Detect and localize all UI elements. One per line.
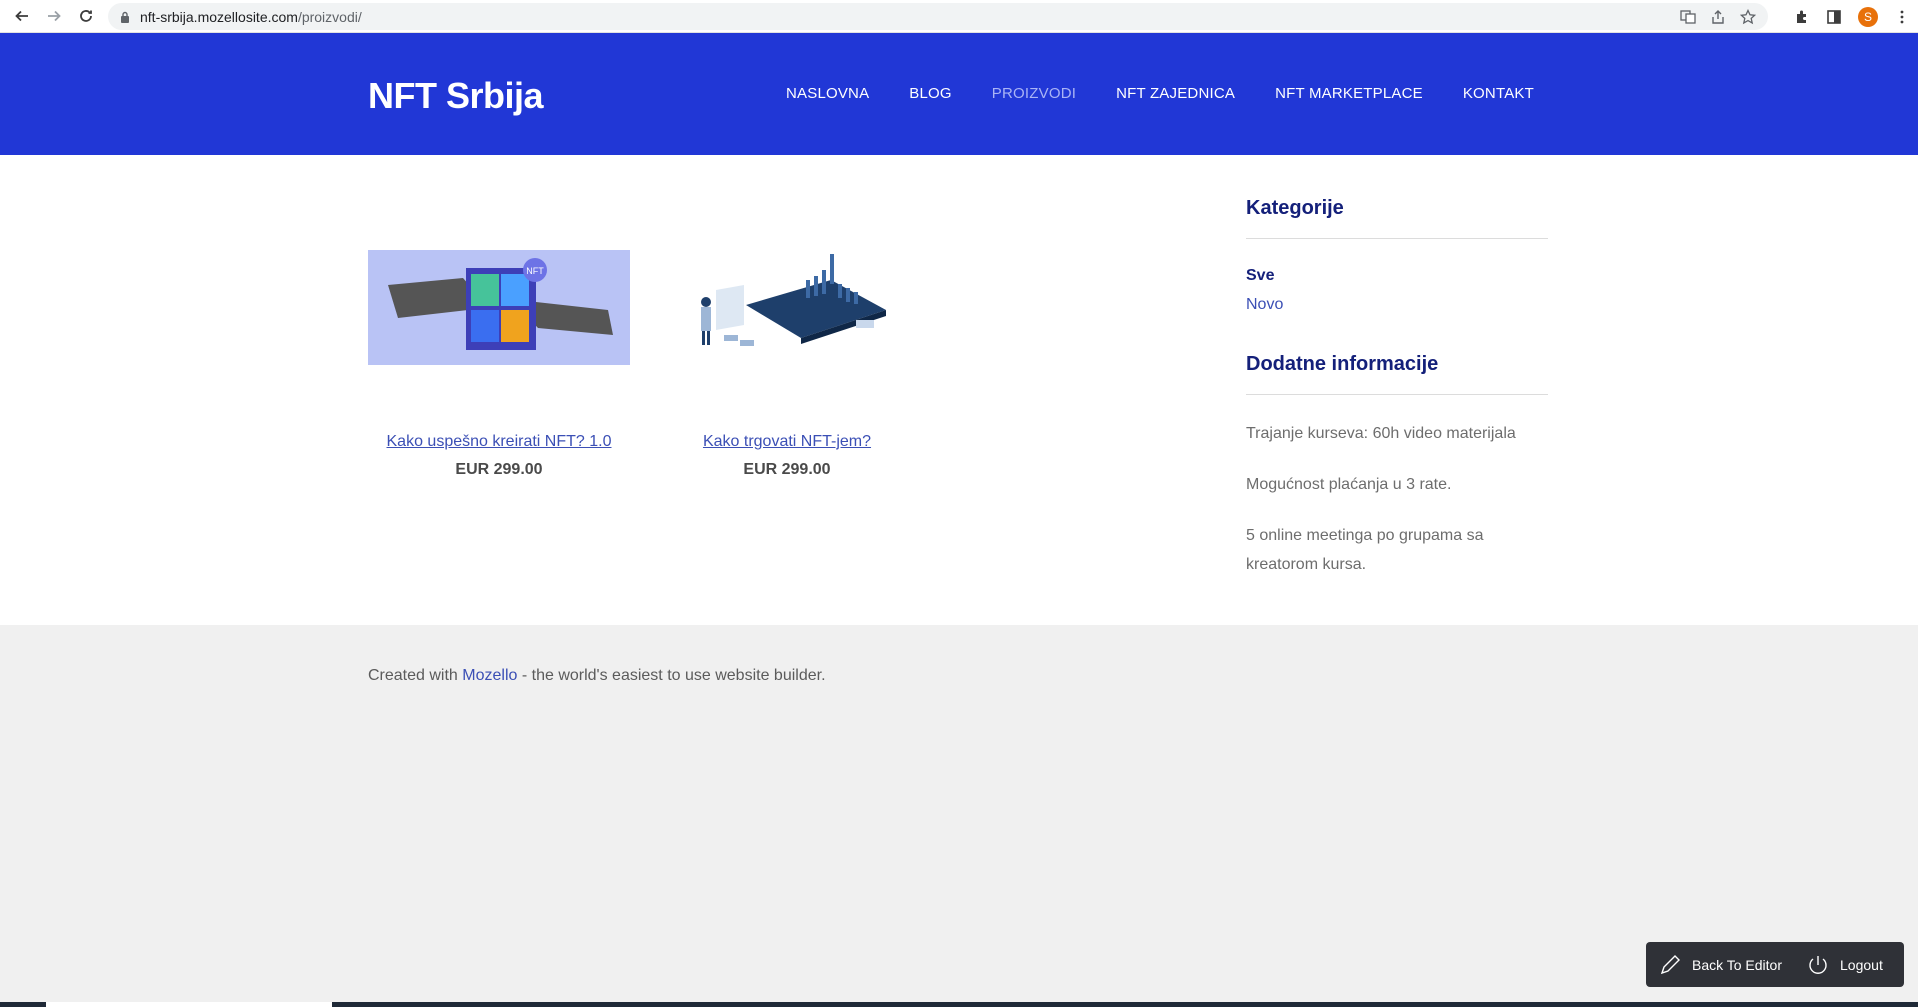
info-text: Trajanje kurseva: 60h video materijala	[1246, 425, 1516, 442]
category-list: Sve Novo	[1246, 261, 1548, 319]
scroll-thumb[interactable]	[46, 1002, 332, 1007]
product-price: EUR 299.00	[455, 461, 543, 478]
power-icon	[1809, 955, 1827, 974]
mozello-link[interactable]: Mozello	[462, 667, 517, 684]
nav-item-kontakt[interactable]: KONTAKT	[1463, 85, 1534, 102]
nav-item-proizvodi[interactable]: PROIZVODI	[992, 85, 1076, 102]
url-path: /proizvodi/	[297, 8, 362, 25]
back-to-editor-button[interactable]: Back To Editor	[1646, 942, 1794, 987]
browser-toolbar: nft-srbija.mozellosite.com/proizvodi/ S	[0, 0, 1918, 33]
info-text: 5 online meetinga po grupama sa kreatoro…	[1246, 527, 1484, 573]
product-name[interactable]: Kako uspešno kreirati NFT? 1.0	[368, 433, 630, 451]
logout-label: Logout	[1840, 956, 1883, 973]
nav-item-nft-marketplace[interactable]: NFT MARKETPLACE	[1275, 85, 1423, 102]
lock-icon	[121, 11, 129, 23]
categories-heading: Kategorije	[1246, 197, 1548, 239]
site-header: NFT Srbija NASLOVNA BLOG PROIZVODI NFT Z…	[0, 33, 1918, 155]
nav-item-nft-zajednica[interactable]: NFT ZAJEDNICA	[1116, 85, 1235, 102]
footer-suffix: - the world's easiest to use website bui…	[517, 667, 826, 684]
nav-item-naslovna[interactable]: NASLOVNA	[786, 85, 869, 102]
main-content: NFT Kako uspešno kreirati NFT? 1.0 EUR 2…	[0, 155, 1918, 625]
product-image-nft-hands[interactable]: NFT	[368, 250, 630, 365]
translate-icon[interactable]	[1680, 9, 1696, 25]
product-card[interactable]: NFT Kako uspešno kreirati NFT? 1.0 EUR 2…	[368, 250, 630, 479]
footer-prefix: Created with	[368, 667, 463, 684]
category-item-sve[interactable]: Sve	[1246, 261, 1548, 290]
category-item-novo[interactable]: Novo	[1246, 290, 1548, 319]
bookmark-star-icon[interactable]	[1740, 8, 1756, 25]
info-text: Mogućnost plaćanja u 3 rate.	[1246, 476, 1452, 493]
menu-dots-icon[interactable]	[1894, 9, 1910, 25]
product-image-trading-chart[interactable]	[656, 250, 918, 365]
pencil-icon	[1660, 954, 1680, 974]
back-icon[interactable]	[8, 2, 36, 30]
address-bar[interactable]: nft-srbija.mozellosite.com/proizvodi/	[108, 3, 1768, 30]
side-panel-icon[interactable]	[1826, 9, 1842, 25]
svg-text:NFT: NFT	[526, 266, 544, 276]
info-heading: Dodatne informacije	[1246, 353, 1548, 395]
share-icon[interactable]	[1710, 9, 1726, 25]
extensions-icon[interactable]	[1794, 9, 1810, 25]
profile-avatar[interactable]: S	[1858, 6, 1878, 27]
product-card[interactable]: Kako trgovati NFT-jem? EUR 299.00	[656, 250, 918, 479]
info-list: Trajanje kurseva: 60h video materijala M…	[1246, 419, 1548, 579]
reload-icon[interactable]	[72, 2, 100, 30]
editor-panel: Back To Editor Logout	[1646, 942, 1904, 987]
bottom-scrollbar[interactable]	[0, 1002, 1918, 1007]
product-name[interactable]: Kako trgovati NFT-jem?	[656, 433, 918, 451]
site-logo[interactable]: NFT Srbija	[368, 75, 544, 117]
sidebar: Kategorije Sve Novo Dodatne informacije …	[1246, 197, 1548, 579]
logout-button[interactable]: Logout	[1794, 942, 1895, 987]
main-nav: NASLOVNA BLOG PROIZVODI NFT ZAJEDNICA NF…	[786, 85, 1574, 102]
product-price: EUR 299.00	[743, 461, 831, 478]
site-footer: Created with Mozello - the world's easie…	[0, 625, 1918, 1007]
footer-credit: Created with Mozello - the world's easie…	[368, 667, 826, 685]
url-host: nft-srbija.mozellosite.com	[140, 8, 298, 25]
nav-item-blog[interactable]: BLOG	[909, 85, 951, 102]
back-to-editor-label: Back To Editor	[1692, 956, 1783, 973]
forward-icon[interactable]	[40, 2, 68, 30]
